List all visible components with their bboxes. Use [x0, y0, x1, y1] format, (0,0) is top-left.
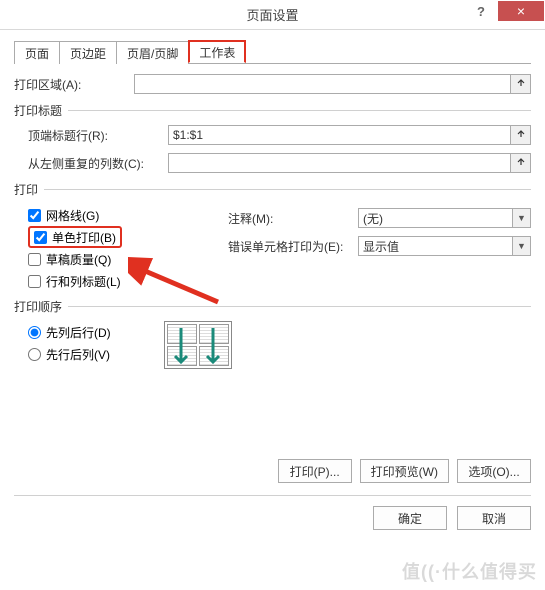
print-button[interactable]: 打印(P)...	[278, 459, 352, 483]
down-over-label: 先列后行(D)	[46, 324, 111, 341]
print-group: 打印 网格线(G) 单色打印(B) 草稿质量(Q)	[14, 181, 531, 292]
left-col-label: 从左侧重复的列数(C):	[28, 155, 168, 172]
divider	[68, 110, 531, 111]
print-group-label: 打印	[14, 181, 38, 198]
page-order-label: 打印顺序	[14, 298, 62, 315]
footer-buttons: 确定 取消	[14, 495, 531, 530]
draft-label: 草稿质量(Q)	[46, 251, 111, 268]
divider	[68, 306, 531, 307]
tab-page[interactable]: 页面	[14, 41, 60, 64]
tab-margins[interactable]: 页边距	[59, 41, 117, 64]
over-down-radio[interactable]	[28, 348, 41, 361]
comments-label: 注释(M):	[228, 210, 358, 227]
print-area-row: 打印区域(A):	[14, 74, 531, 94]
print-area-label: 打印区域(A):	[14, 76, 134, 93]
page-order-preview	[164, 321, 232, 369]
gridlines-label: 网格线(G)	[46, 207, 99, 224]
over-down-label: 先行后列(V)	[46, 346, 110, 363]
left-col-input[interactable]	[168, 153, 511, 173]
black-white-checkbox[interactable]	[34, 231, 47, 244]
chevron-down-icon: ▼	[512, 237, 530, 255]
order-arrow-icon	[165, 322, 233, 370]
print-preview-button[interactable]: 打印预览(W)	[360, 459, 449, 483]
print-titles-label: 打印标题	[14, 102, 62, 119]
draft-checkbox[interactable]	[28, 253, 41, 266]
help-button[interactable]: ?	[464, 0, 498, 22]
print-area-range-button[interactable]	[511, 74, 531, 94]
print-titles-group: 打印标题 顶端标题行(R): 从左侧重复的列数(C):	[14, 102, 531, 173]
tab-sheet[interactable]: 工作表	[188, 40, 246, 63]
action-buttons: 打印(P)... 打印预览(W) 选项(O)...	[14, 459, 531, 483]
tab-bar: 页面 页边距 页眉/页脚 工作表	[14, 40, 531, 64]
system-buttons: ? ×	[464, 0, 545, 29]
down-over-radio[interactable]	[28, 326, 41, 339]
top-row-range-button[interactable]	[511, 125, 531, 145]
options-button[interactable]: 选项(O)...	[457, 459, 531, 483]
cell-errors-value: 显示值	[363, 238, 399, 255]
page-order-group: 打印顺序 先列后行(D) 先行后列(V)	[14, 298, 531, 369]
top-row-label: 顶端标题行(R):	[28, 127, 168, 144]
comments-combo[interactable]: (无) ▼	[358, 208, 531, 228]
ok-button[interactable]: 确定	[373, 506, 447, 530]
top-row-input[interactable]	[168, 125, 511, 145]
row-col-headings-label: 行和列标题(L)	[46, 273, 121, 290]
print-area-input[interactable]	[134, 74, 511, 94]
cell-errors-label: 错误单元格打印为(E):	[228, 238, 358, 255]
cancel-button[interactable]: 取消	[457, 506, 531, 530]
gridlines-checkbox[interactable]	[28, 209, 41, 222]
black-white-highlight: 单色打印(B)	[28, 226, 122, 248]
comments-value: (无)	[363, 210, 383, 227]
row-col-headings-checkbox[interactable]	[28, 275, 41, 288]
watermark: 值((·什么值得买	[402, 558, 537, 584]
cell-errors-combo[interactable]: 显示值 ▼	[358, 236, 531, 256]
close-button[interactable]: ×	[498, 1, 544, 21]
chevron-down-icon: ▼	[512, 209, 530, 227]
dialog-body: 页面 页边距 页眉/页脚 工作表 打印区域(A): 打印标题 顶端标题行(R):…	[0, 30, 545, 542]
titlebar: 页面设置 ? ×	[0, 0, 545, 30]
left-col-range-button[interactable]	[511, 153, 531, 173]
tab-header-footer[interactable]: 页眉/页脚	[116, 41, 189, 64]
black-white-label: 单色打印(B)	[52, 229, 116, 246]
divider	[44, 189, 531, 190]
